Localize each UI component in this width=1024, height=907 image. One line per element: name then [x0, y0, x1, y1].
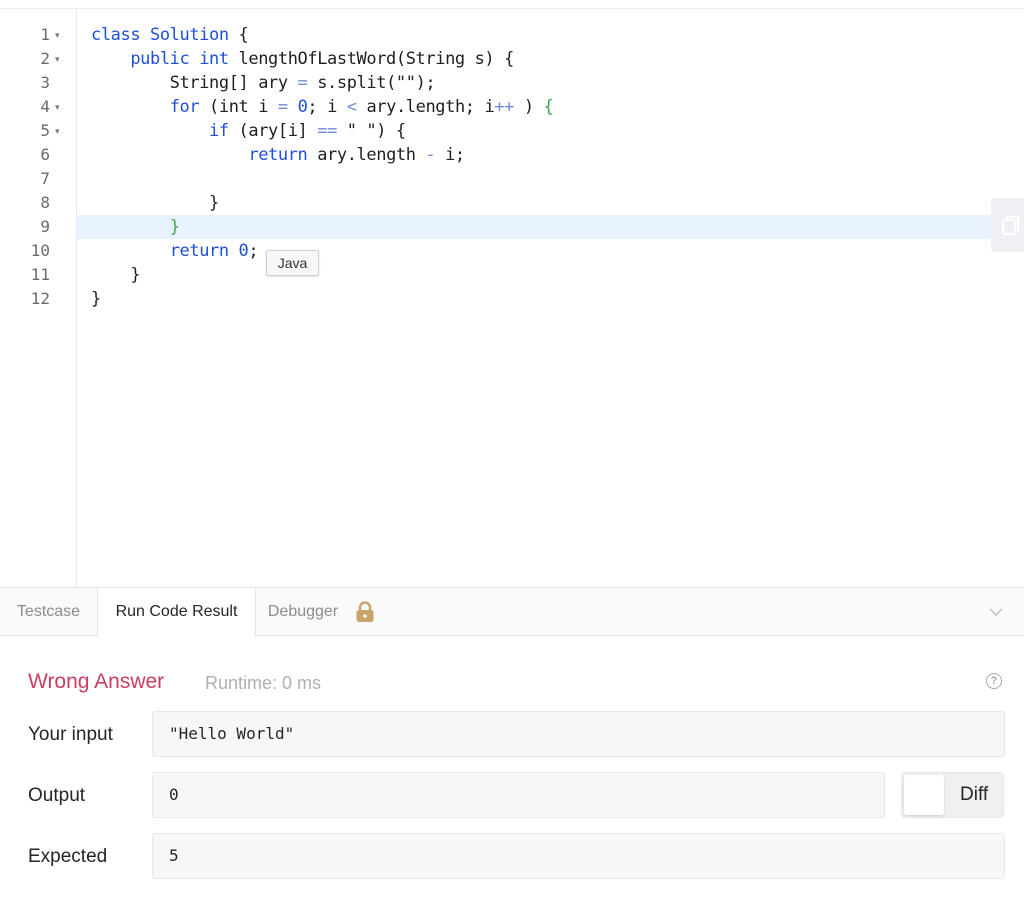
side-panel-button[interactable] [991, 198, 1024, 252]
expected-value-field: 5 [152, 833, 1005, 879]
line-number: 5 [40, 121, 50, 140]
result-status: Wrong Answer [28, 670, 165, 693]
input-value-field: "Hello World" [152, 711, 1005, 757]
line-number: 11 [30, 265, 50, 284]
code-text[interactable]: return 0; [91, 239, 259, 263]
question-circle-icon[interactable]: ? [986, 673, 1002, 689]
fold-arrow-icon[interactable]: ▾ [55, 95, 60, 119]
line-number: 6 [40, 145, 50, 164]
line-number: 12 [30, 289, 50, 308]
code-editor[interactable]: 1 ▾ class Solution { 2 ▾ public int lengthOf… [0, 9, 1024, 587]
top-strip [0, 0, 1024, 9]
line-number: 4 [40, 97, 50, 116]
output-label: Output [28, 785, 86, 806]
input-label: Your input [28, 724, 113, 745]
code-text[interactable]: return ary.length - i; [91, 143, 465, 167]
code-text[interactable]: if (ary[i] == " ") { [91, 119, 406, 143]
line-number: 1 [40, 25, 50, 44]
line-number: 8 [40, 193, 50, 212]
code-line[interactable]: 6 return ary.length - i; [0, 143, 1024, 167]
code-line[interactable]: 3 String[] ary = s.split(""); [0, 71, 1024, 95]
diff-toggle[interactable]: Diff [901, 772, 1004, 818]
code-text[interactable]: } [91, 287, 101, 311]
code-text[interactable]: } [91, 263, 140, 287]
language-tooltip: Java [266, 250, 319, 276]
copy-icon [1002, 216, 1019, 235]
line-number: 9 [40, 217, 50, 236]
tab-run-code-result[interactable]: Run Code Result [97, 588, 256, 637]
code-line[interactable]: 9 } [0, 215, 1024, 239]
code-text[interactable]: class Solution { [91, 23, 249, 47]
code-line[interactable]: 7 [0, 167, 1024, 191]
runtime-text: Runtime: 0 ms [205, 673, 322, 693]
chevron-down-icon[interactable] [988, 606, 1004, 618]
line-number: 7 [40, 169, 50, 188]
code-text[interactable]: } [91, 191, 219, 215]
output-value-field: 0 [152, 772, 885, 818]
fold-arrow-icon[interactable]: ▾ [55, 23, 60, 47]
lock-icon [356, 601, 374, 622]
diff-toggle-knob[interactable] [904, 775, 944, 815]
code-line[interactable]: 8 } [0, 191, 1024, 215]
code-line[interactable]: 2 ▾ public int lengthOfLastWord(String s)… [0, 47, 1024, 71]
console-tab-bar: Testcase Run Code Result Debugger [0, 587, 1024, 637]
code-text[interactable]: String[] ary = s.split(""); [91, 71, 436, 95]
code-text[interactable]: } [91, 215, 180, 239]
code-text[interactable]: for (int i = 0; i < ary.length; i++ ) { [91, 95, 554, 119]
line-number: 10 [30, 241, 50, 260]
code-line[interactable]: 4 ▾ for (int i = 0; i < ary.length; i++ )… [0, 95, 1024, 119]
line-number: 2 [40, 49, 50, 68]
code-line[interactable]: 12} [0, 287, 1024, 311]
line-number: 3 [40, 73, 50, 92]
expected-label: Expected [28, 846, 108, 867]
code-line[interactable]: 10 return 0; [0, 239, 1024, 263]
code-text[interactable]: public int lengthOfLastWord(String s) { [91, 47, 514, 71]
tab-testcase[interactable]: Testcase [0, 588, 97, 636]
diff-label: Diff [960, 784, 989, 805]
code-line[interactable]: 11 } [0, 263, 1024, 287]
code-line[interactable]: 1 ▾ class Solution { [0, 23, 1024, 47]
tab-debugger[interactable]: Debugger [254, 588, 352, 636]
fold-arrow-icon[interactable]: ▾ [55, 119, 60, 143]
code-line[interactable]: 5 ▾ if (ary[i] == " ") { [0, 119, 1024, 143]
fold-arrow-icon[interactable]: ▾ [55, 47, 60, 71]
